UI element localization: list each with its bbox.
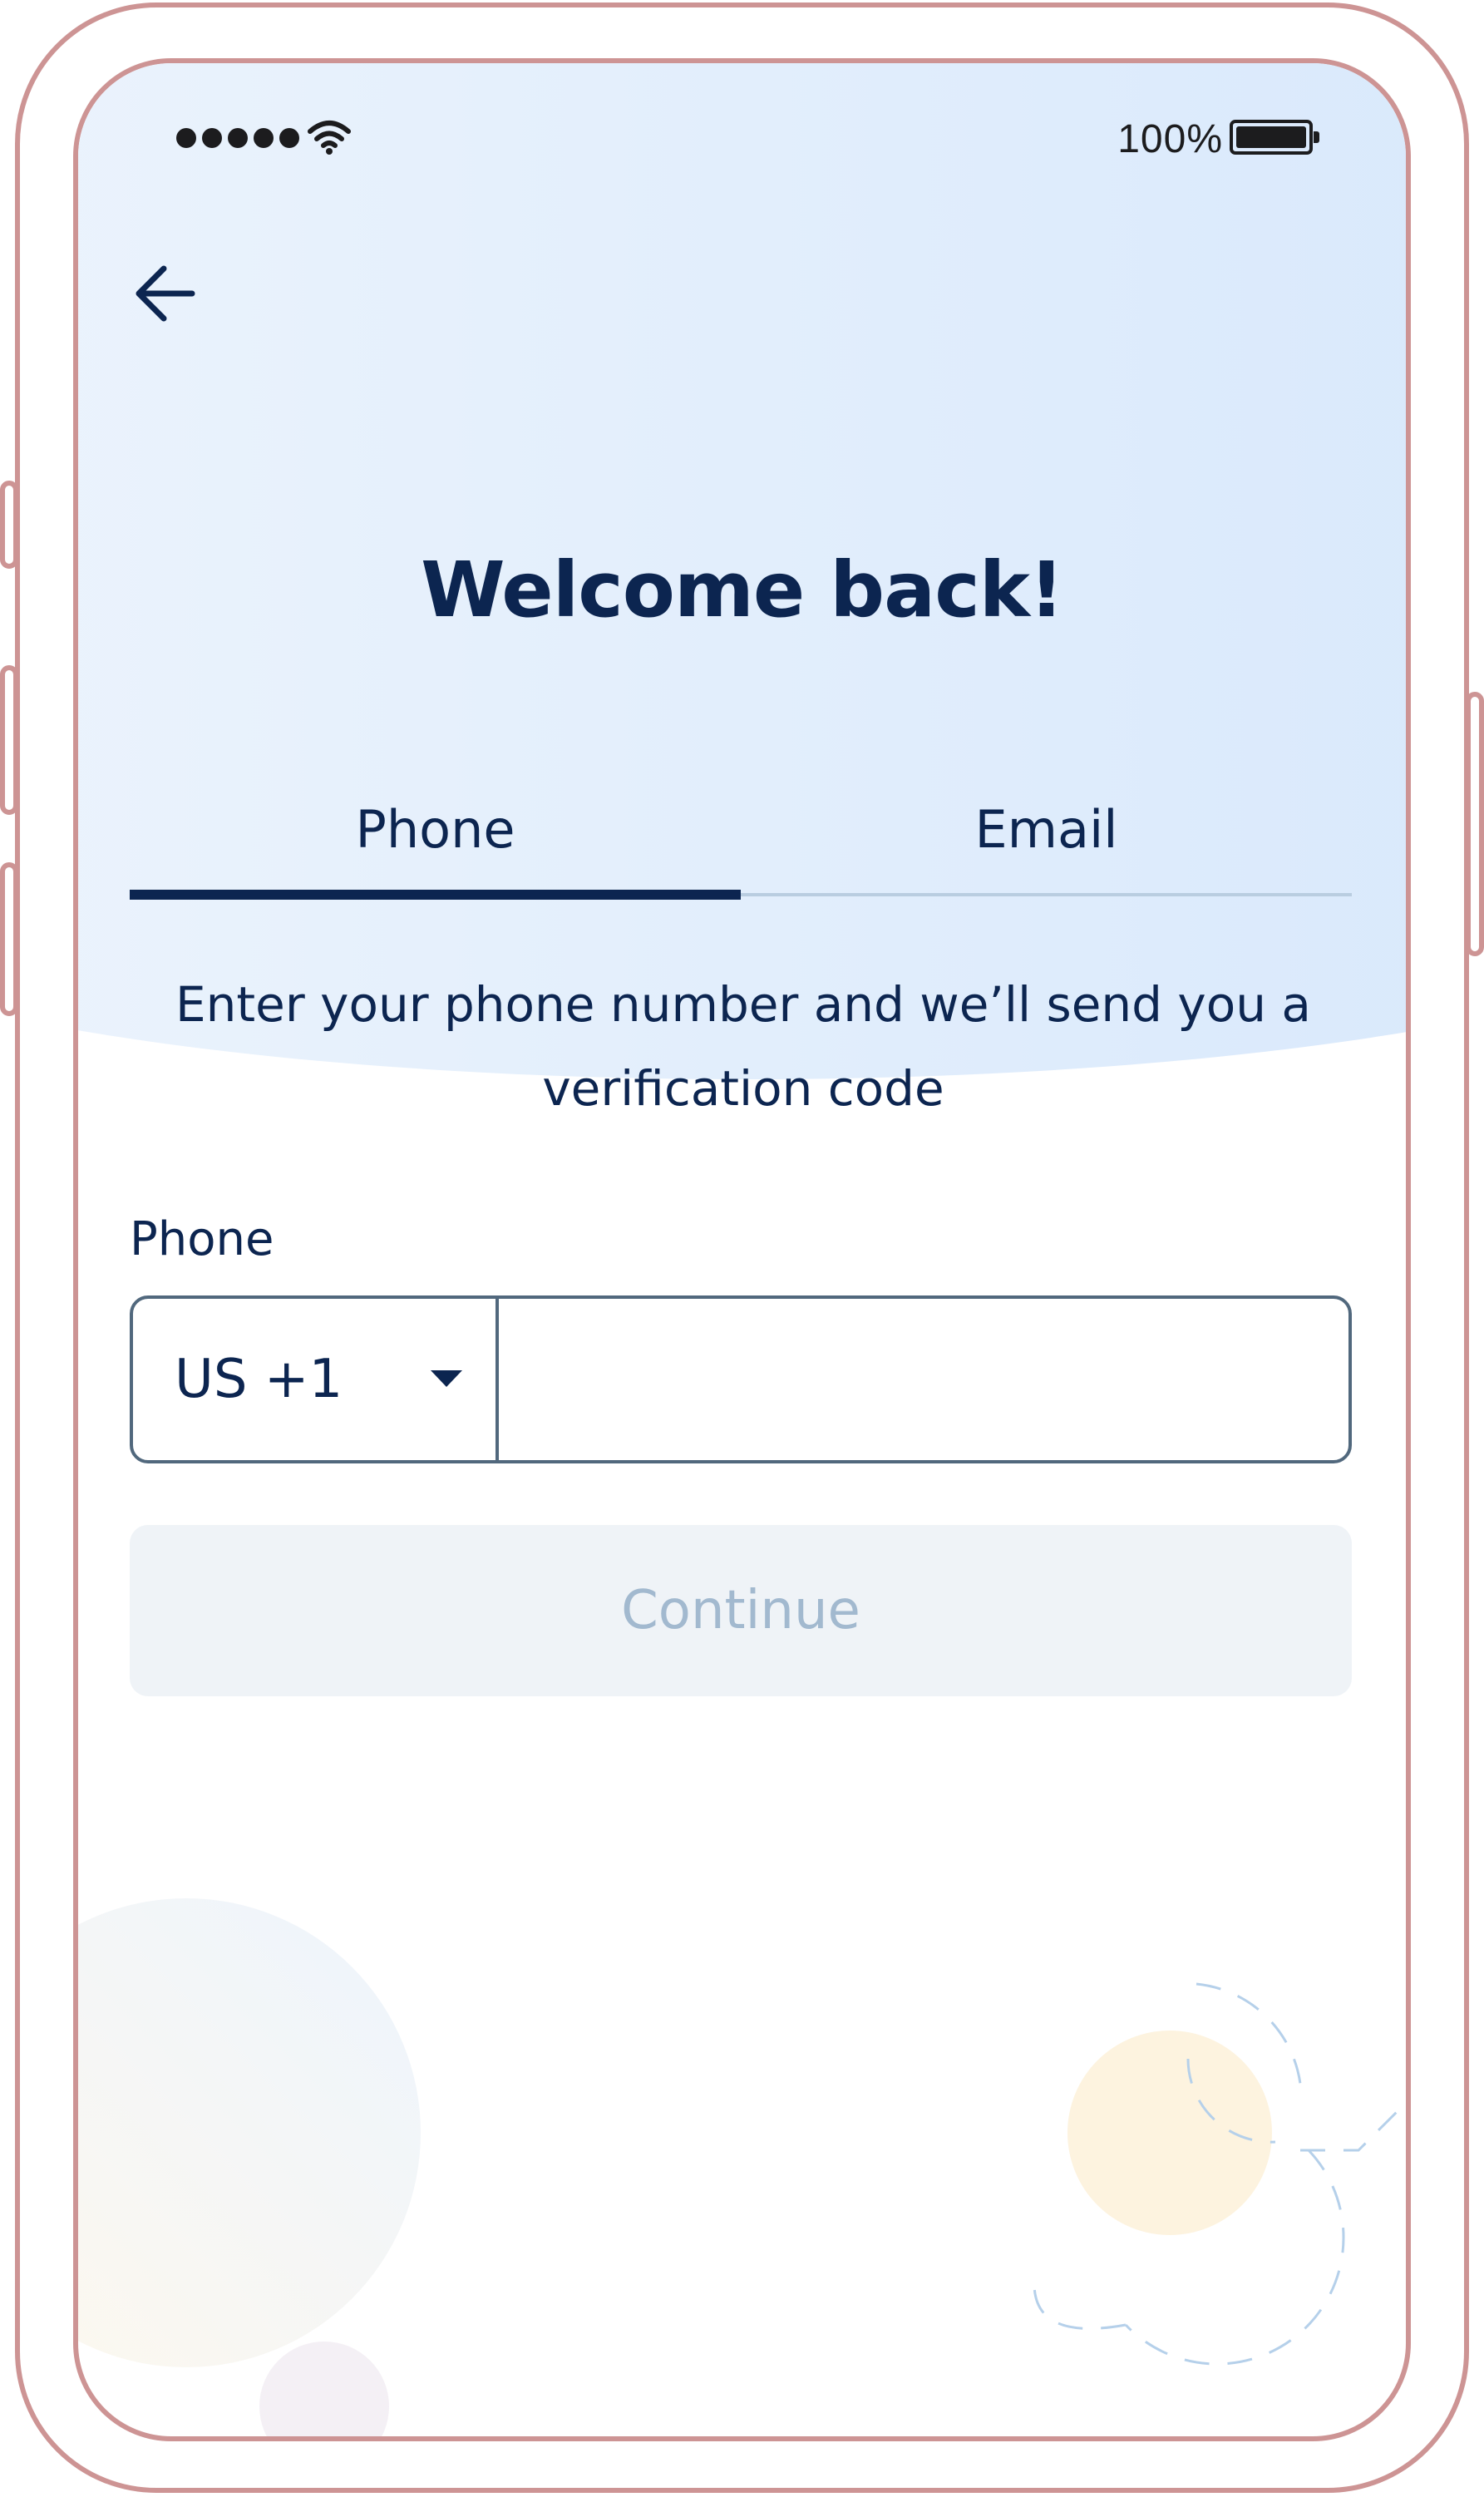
- tab-phone[interactable]: Phone: [130, 788, 741, 905]
- country-code-value: US +1: [175, 1349, 343, 1410]
- country-code-select[interactable]: US +1: [133, 1299, 499, 1460]
- wifi-icon: [308, 121, 351, 155]
- battery-percentage: 100%: [1117, 117, 1223, 161]
- back-button[interactable]: [128, 256, 203, 331]
- status-bar: 100%: [78, 63, 1406, 171]
- page-title: Welcome back!: [421, 545, 1064, 634]
- tab-active-indicator: [130, 890, 741, 900]
- phone-number-input[interactable]: [499, 1299, 1348, 1460]
- phone-field-label: Phone: [130, 1212, 274, 1266]
- auth-method-tabs: Phone Email: [130, 788, 1352, 905]
- tab-email[interactable]: Email: [741, 788, 1352, 905]
- arrow-left-icon: [136, 265, 195, 322]
- continue-button[interactable]: Continue: [130, 1525, 1352, 1696]
- phone-input-group: US +1: [130, 1295, 1352, 1463]
- decorative-shapes: [78, 1898, 1406, 2436]
- instruction-text: Enter your phone number and we’ll send y…: [175, 976, 1311, 1117]
- phone-screen: 100% Welcome back! Phone Email Enter you…: [73, 58, 1411, 2441]
- signal-dots-icon: [176, 128, 299, 148]
- battery-icon: [1230, 120, 1319, 155]
- caret-down-icon: [431, 1370, 462, 1387]
